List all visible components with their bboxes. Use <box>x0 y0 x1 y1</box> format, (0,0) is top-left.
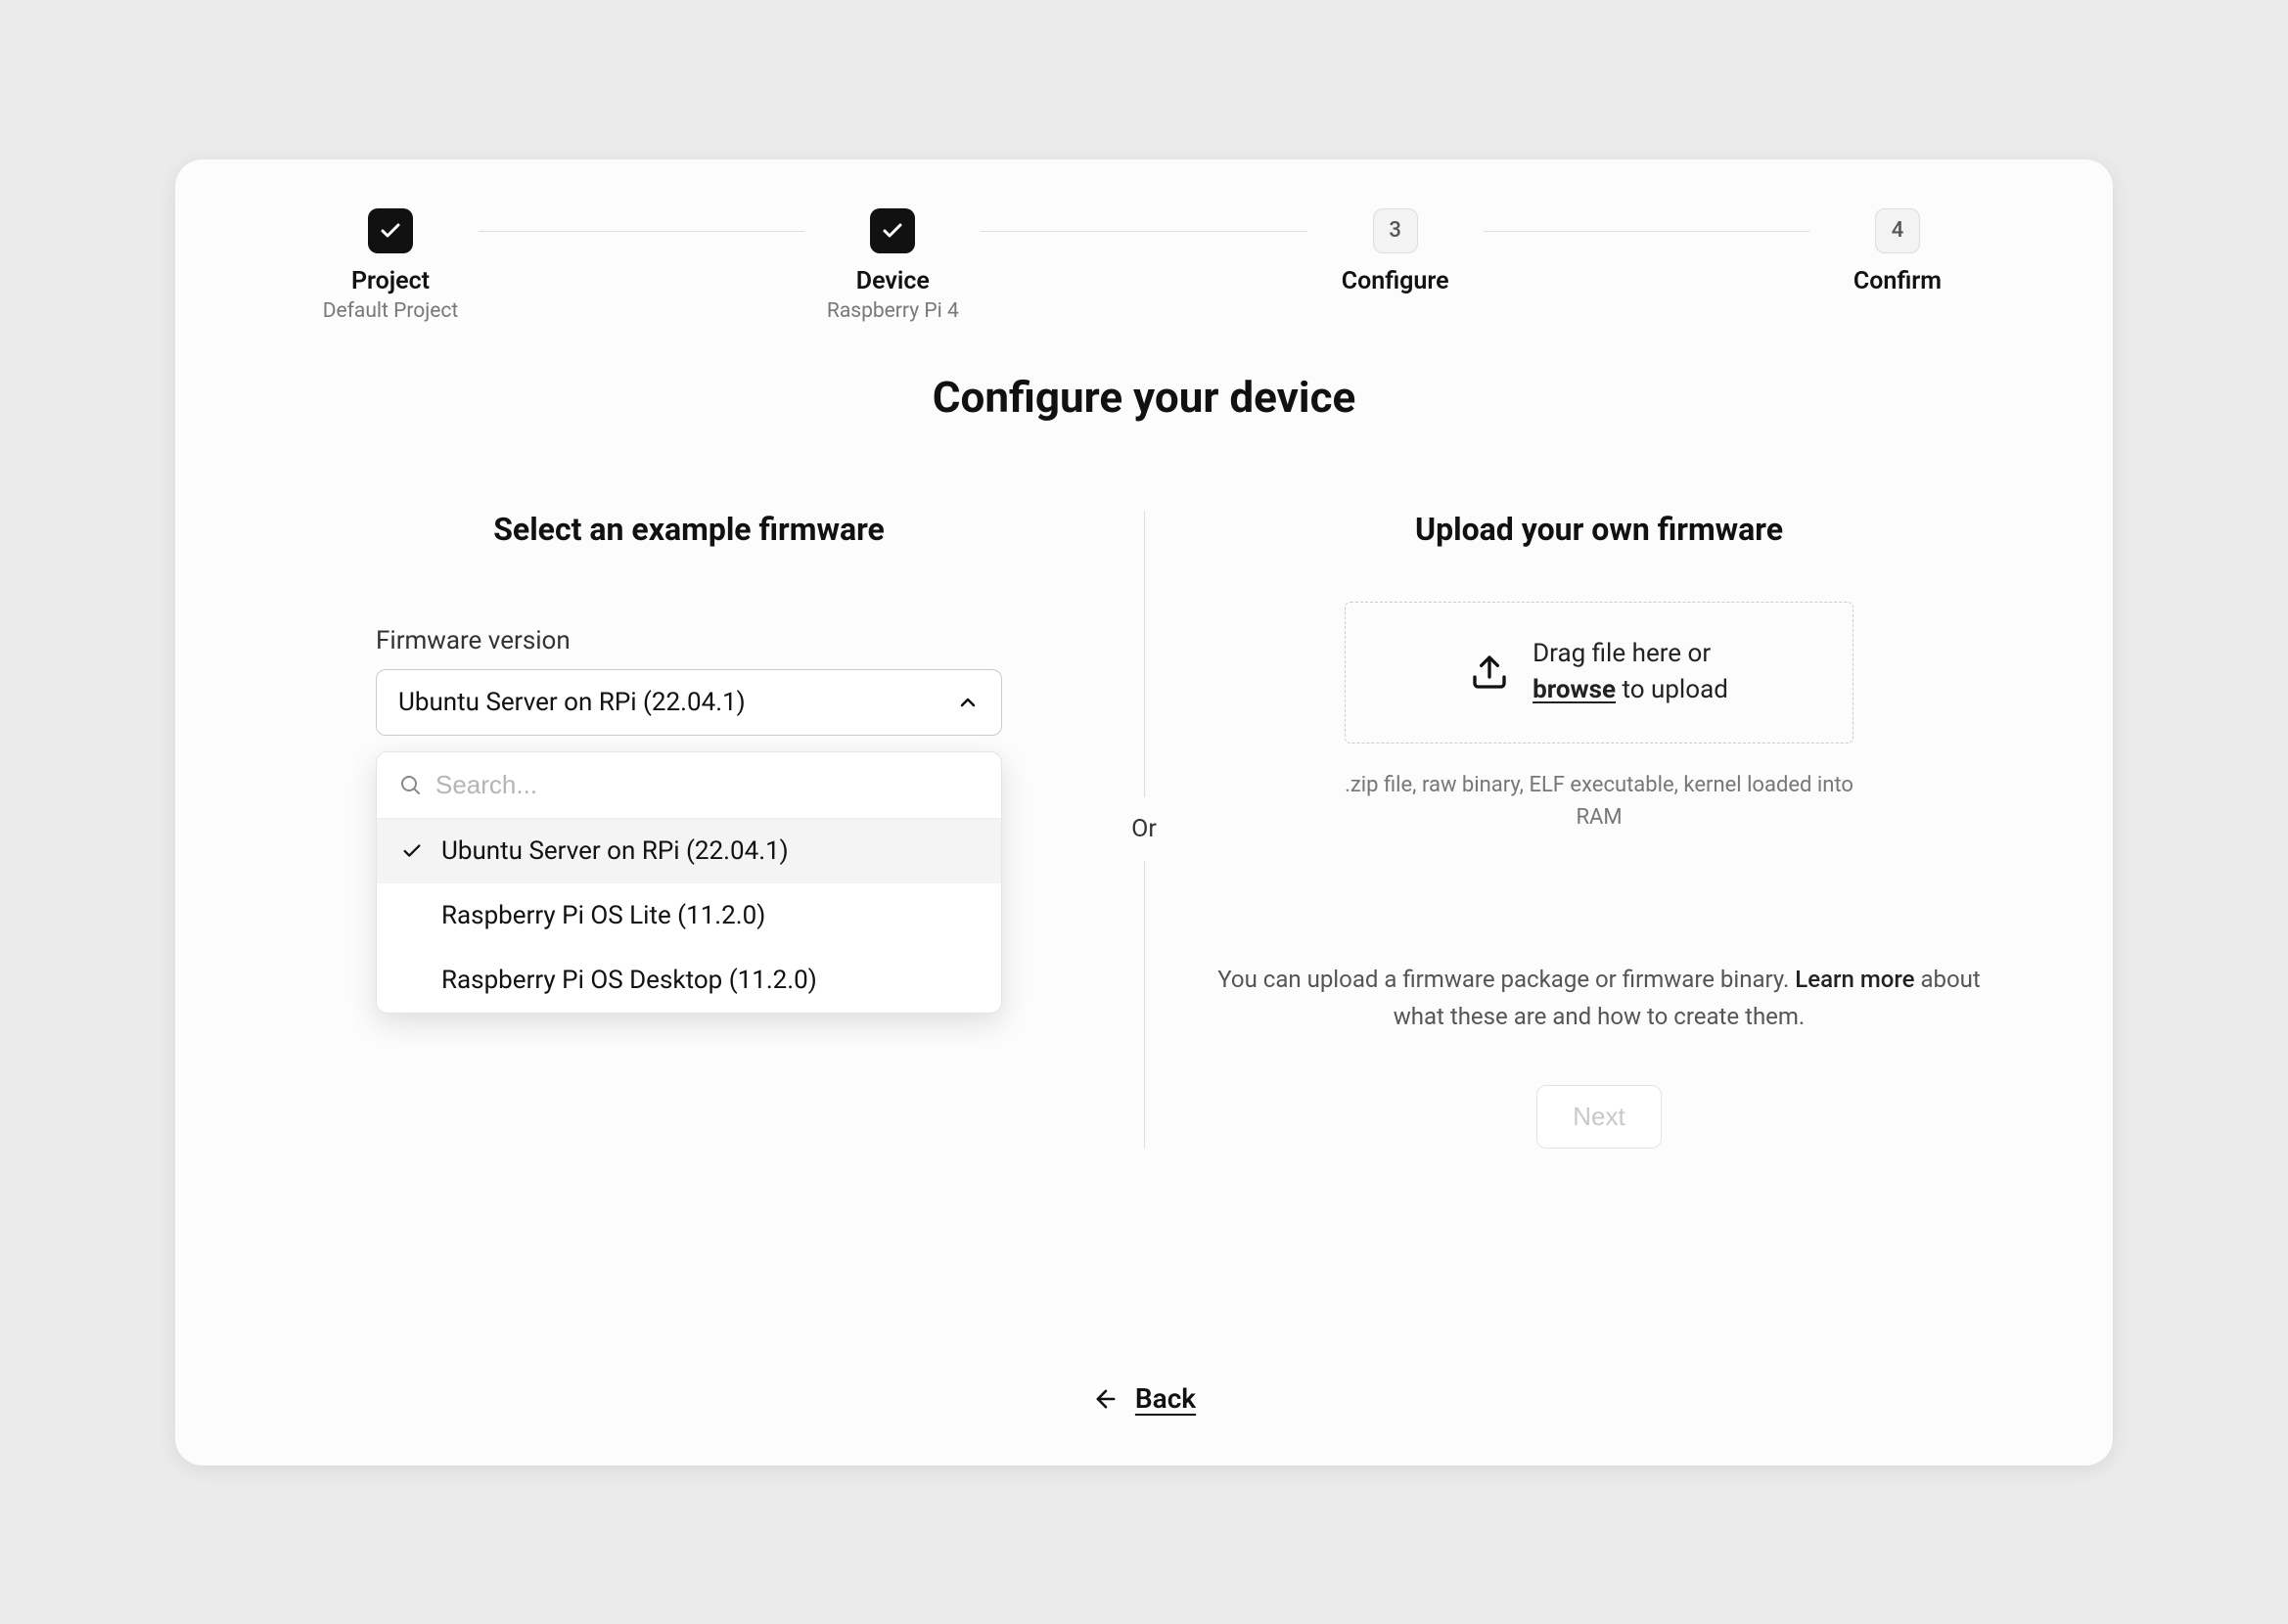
step-confirm: 4 Confirm <box>1809 208 1986 295</box>
back-label: Back <box>1135 1382 1196 1415</box>
wizard-card: Project Default Project Device Raspberry… <box>175 159 2113 1466</box>
page-title: Configure your device <box>234 372 2054 423</box>
upload-wrap: Drag file here or browse to upload .zip … <box>1345 602 1853 834</box>
firmware-select-value: Ubuntu Server on RPi (22.04.1) <box>398 688 746 717</box>
step-connector <box>479 231 804 232</box>
divider-line <box>1144 511 1145 798</box>
step-device: Device Raspberry Pi 4 <box>804 208 981 323</box>
example-firmware-heading: Select an example firmware <box>263 511 1115 548</box>
divider: Or <box>1115 511 1173 1149</box>
firmware-option-label: Raspberry Pi OS Desktop (11.2.0) <box>441 966 817 995</box>
firmware-select[interactable]: Ubuntu Server on RPi (22.04.1) <box>376 669 1002 736</box>
back-button[interactable]: Back <box>1092 1382 1196 1415</box>
firmware-option-label: Ubuntu Server on RPi (22.04.1) <box>441 836 789 866</box>
step-confirm-box: 4 <box>1875 208 1920 253</box>
step-device-label: Device <box>856 267 930 295</box>
firmware-field-label: Firmware version <box>376 626 1002 655</box>
firmware-field: Firmware version Ubuntu Server on RPi (2… <box>376 626 1002 736</box>
check-icon <box>379 219 402 243</box>
divider-line <box>1144 861 1145 1149</box>
dropzone-text: Drag file here or browse to upload <box>1533 636 1728 709</box>
step-device-box <box>870 208 915 253</box>
columns: Select an example firmware Firmware vers… <box>234 511 2054 1149</box>
step-project-sub: Default Project <box>323 299 459 323</box>
dropzone-line2-suffix: to upload <box>1616 675 1728 704</box>
step-project-label: Project <box>351 267 430 295</box>
firmware-option[interactable]: Ubuntu Server on RPi (22.04.1) <box>377 819 1001 883</box>
check-icon <box>401 840 423 862</box>
step-confirm-label: Confirm <box>1853 267 1942 295</box>
upload-firmware-column: Upload your own firmware Drag file here … <box>1173 511 2025 1149</box>
step-configure: 3 Configure <box>1307 208 1484 295</box>
back-row: Back <box>175 1382 2113 1417</box>
firmware-option[interactable]: Raspberry Pi OS Lite (11.2.0) <box>377 883 1001 948</box>
upload-firmware-heading: Upload your own firmware <box>1173 511 2025 548</box>
firmware-option[interactable]: Raspberry Pi OS Desktop (11.2.0) <box>377 948 1001 1013</box>
next-button[interactable]: Next <box>1536 1085 1661 1149</box>
step-device-sub: Raspberry Pi 4 <box>827 299 959 323</box>
step-connector <box>1484 231 1809 232</box>
search-icon <box>398 773 422 796</box>
dropzone-line1: Drag file here or <box>1533 639 1711 668</box>
step-configure-box: 3 <box>1373 208 1418 253</box>
upload-info: You can upload a firmware package or fir… <box>1173 961 2025 1036</box>
step-connector <box>981 231 1306 232</box>
upload-icon <box>1470 653 1509 692</box>
arrow-left-icon <box>1092 1385 1120 1413</box>
step-project-box <box>368 208 413 253</box>
step-project: Project Default Project <box>302 208 479 323</box>
upload-info-prefix: You can upload a firmware package or fir… <box>1217 966 1795 993</box>
stepper: Project Default Project Device Raspberry… <box>302 208 1986 323</box>
firmware-option-label: Raspberry Pi OS Lite (11.2.0) <box>441 901 765 930</box>
firmware-search-row <box>377 752 1001 819</box>
learn-more-link[interactable]: Learn more <box>1795 966 1914 993</box>
divider-or: Or <box>1131 797 1157 861</box>
chevron-up-icon <box>956 691 980 714</box>
browse-link[interactable]: browse <box>1533 675 1616 704</box>
firmware-search-input[interactable] <box>435 770 980 800</box>
firmware-dropdown: Ubuntu Server on RPi (22.04.1) Raspberry… <box>376 751 1002 1014</box>
upload-dropzone[interactable]: Drag file here or browse to upload <box>1345 602 1853 744</box>
example-firmware-column: Select an example firmware Firmware vers… <box>263 511 1115 1149</box>
upload-hint: .zip file, raw binary, ELF executable, k… <box>1345 769 1853 834</box>
step-configure-label: Configure <box>1342 267 1449 295</box>
check-icon <box>881 219 904 243</box>
